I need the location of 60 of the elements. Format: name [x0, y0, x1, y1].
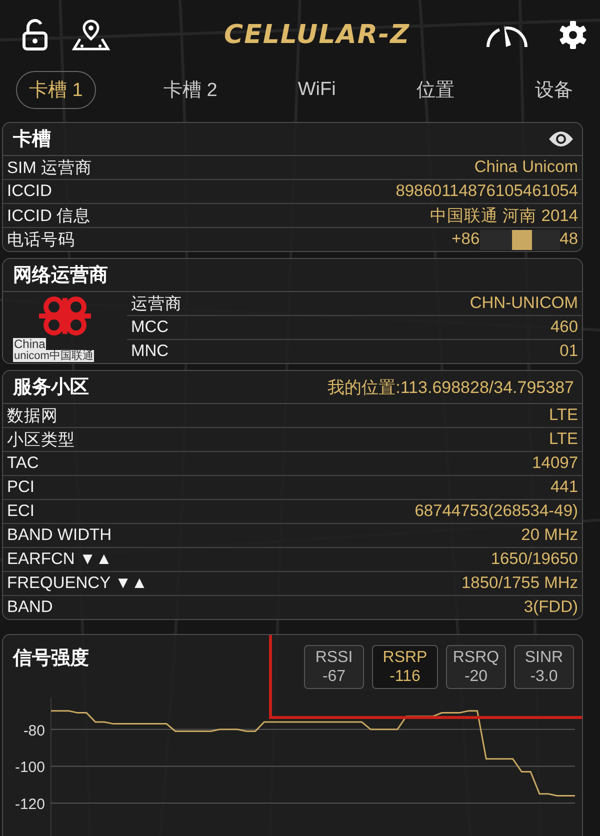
field-label: EARFCN: [7, 550, 76, 568]
location-text: 我的位置:113.698828/34.795387: [328, 376, 574, 398]
sort-arrows[interactable]: ▼▲: [114, 574, 148, 592]
knot-logo-icon: [37, 294, 93, 338]
tab[interactable]: 卡槽 1: [16, 71, 96, 109]
logo-text: unicom中国联通: [13, 350, 94, 362]
field-value: 01: [560, 342, 578, 361]
metric-button[interactable]: SINR -3.0: [514, 645, 574, 689]
field-value: LTE: [548, 430, 578, 449]
field-value: 460: [550, 318, 578, 337]
field-label: 电话号码: [7, 230, 75, 250]
field-value: 3(FDD): [524, 598, 578, 617]
field-value: 14097: [532, 454, 578, 473]
logo-text: China: [13, 338, 46, 350]
tab[interactable]: 位置: [403, 71, 468, 109]
section-title: 网络运营商: [13, 264, 108, 288]
axis-label: -120: [14, 796, 45, 814]
field-value: 中国联通 河南 2014: [430, 206, 578, 226]
field-label: 运营商: [131, 294, 182, 314]
field-label: FREQUENCY: [7, 574, 112, 592]
eye-icon[interactable]: [548, 130, 574, 148]
section-title: 卡槽: [13, 128, 51, 152]
field-value: 48: [560, 230, 578, 249]
field-value: 441: [550, 478, 578, 497]
field-label: BAND WIDTH: [7, 526, 112, 545]
axis-label: -100: [14, 759, 45, 776]
tab[interactable]: 卡槽 2: [150, 71, 230, 109]
field-value: 89860114876105461054: [396, 182, 578, 201]
axis-label: -80: [23, 722, 45, 740]
field-label: PCI: [7, 478, 35, 497]
field-label: TAC: [7, 454, 39, 473]
field-label: MNC: [131, 342, 169, 361]
field-value: LTE: [548, 406, 578, 425]
field-label: ICCID 信息: [7, 206, 90, 226]
section-title: 服务小区: [13, 376, 89, 400]
field-label: 数据网: [7, 406, 58, 426]
map-pin-icon[interactable]: [72, 19, 110, 51]
metric-button[interactable]: RSRP -116: [372, 645, 438, 689]
field-label: 小区类型: [7, 430, 75, 450]
field-label: BAND: [7, 598, 53, 617]
field-value: CHN-UNICOM: [470, 294, 578, 313]
sort-arrows[interactable]: ▼▲: [79, 550, 112, 568]
field-label: ECI: [7, 502, 35, 521]
app-logo: CELLULAR-Z: [222, 20, 412, 50]
settings-icon[interactable]: [558, 20, 588, 50]
field-value: 68744753(268534-49): [414, 502, 578, 521]
field-value: China Unicom: [474, 158, 578, 177]
tab[interactable]: WiFi: [284, 73, 349, 107]
section-title: 信号强度: [13, 646, 89, 671]
field-label: ICCID: [7, 182, 52, 201]
field-value: 1650/19650: [490, 550, 578, 569]
field-value: 1850/1755 MHz: [462, 574, 578, 593]
metric-button[interactable]: RSRQ -20: [446, 645, 506, 689]
tab[interactable]: 设备: [522, 71, 586, 109]
field-value: 20 MHz: [521, 526, 578, 545]
unlock-icon[interactable]: [22, 19, 48, 51]
field-label: MCC: [131, 318, 169, 337]
field-label: SIM 运营商: [7, 158, 92, 178]
metric-button[interactable]: RSSI -67: [304, 645, 364, 689]
field-value: +86: [452, 230, 480, 249]
